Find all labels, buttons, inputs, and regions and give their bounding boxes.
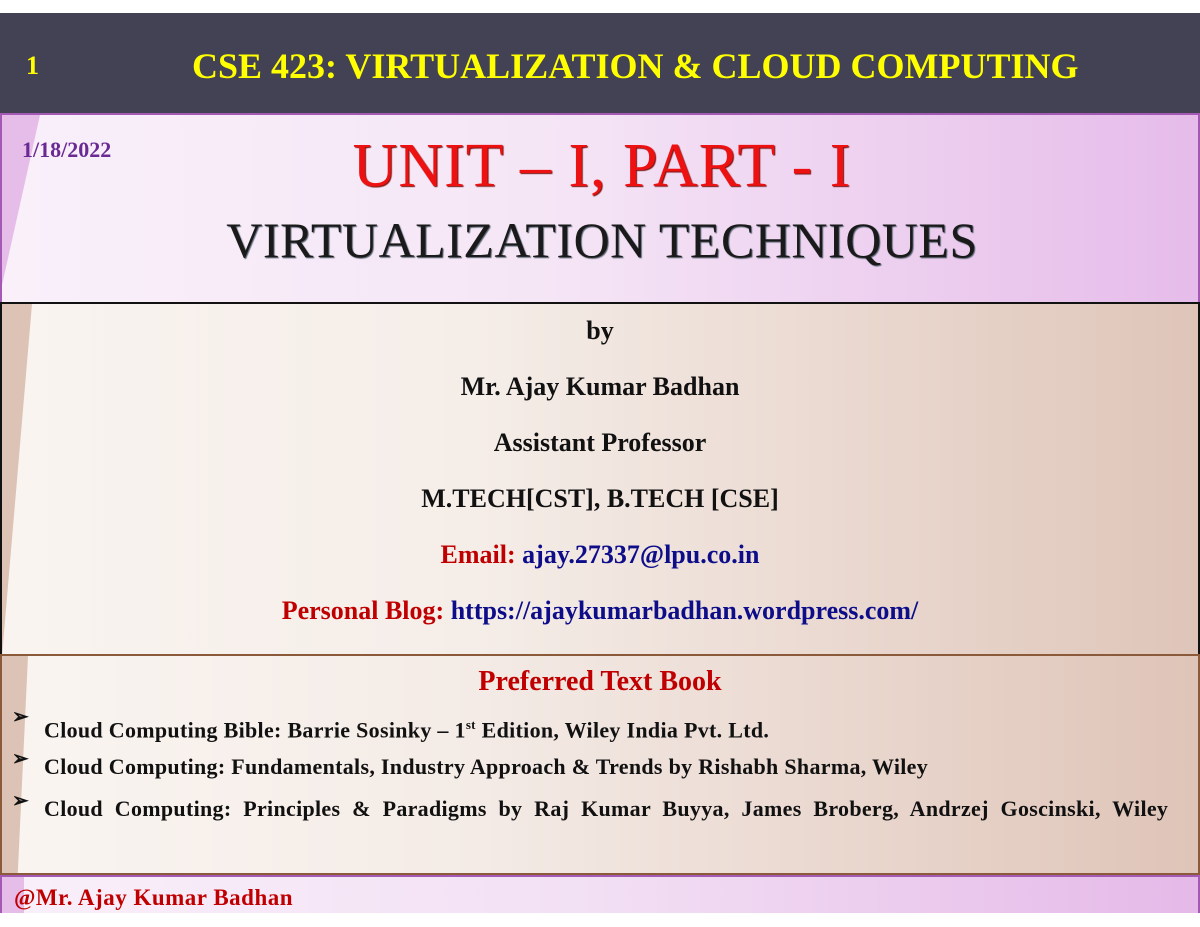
slide: 1 CSE 423: VIRTUALIZATION & CLOUD COMPUT… bbox=[0, 13, 1200, 913]
textbook-panel: Preferred Text Book ➢ Cloud Computing Bi… bbox=[0, 654, 1200, 875]
blog-link[interactable]: https://ajaykumarbadhan.wordpress.com/ bbox=[451, 596, 919, 625]
author-designation: Assistant Professor bbox=[493, 428, 707, 457]
header-bar: 1 CSE 423: VIRTUALIZATION & CLOUD COMPUT… bbox=[0, 13, 1200, 113]
author-name: Mr. Ajay Kumar Badhan bbox=[460, 372, 740, 401]
unit-title-text: UNIT – I, PART - I bbox=[352, 132, 852, 200]
author-email-line: Email: ajay.27337@lpu.co.in bbox=[2, 540, 1198, 570]
course-title: CSE 423: VIRTUALIZATION & CLOUD COMPUTIN… bbox=[192, 46, 1079, 86]
footer: @Mr. Ajay Kumar Badhan bbox=[0, 875, 1200, 913]
superscript: st bbox=[465, 717, 476, 732]
author-blog-line: Personal Blog: https://ajaykumarbadhan.w… bbox=[2, 596, 1198, 626]
arrow-bullet-icon: ➢ bbox=[12, 706, 30, 728]
textbook-item: ➢ Cloud Computing: Fundamentals, Industr… bbox=[12, 746, 1192, 788]
topic-title: VIRTUALIZATION TECHNIQUES bbox=[226, 212, 978, 268]
textbook-item-text: Cloud Computing: Fundamentals, Industry … bbox=[44, 754, 929, 779]
textbook-item: ➢ Cloud Computing Bible: Barrie Sosinky … bbox=[12, 704, 1192, 751]
unit-title: UNIT – I, PART - I bbox=[2, 131, 1198, 202]
email-link[interactable]: ajay.27337@lpu.co.in bbox=[522, 540, 759, 569]
email-label: Email: bbox=[440, 540, 516, 569]
title-panel: 1/18/2022 UNIT – I, PART - I VIRTUALIZAT… bbox=[0, 113, 1200, 302]
author-by: by bbox=[586, 316, 614, 345]
slide-number: 1 bbox=[26, 51, 39, 80]
author-qualifications: M.TECH[CST], B.TECH [CSE] bbox=[421, 484, 779, 513]
textbook-item-text: Cloud Computing: Principles & Paradigms … bbox=[44, 796, 1169, 821]
author-panel: by Mr. Ajay Kumar Badhan Assistant Profe… bbox=[0, 302, 1200, 654]
textbook-heading: Preferred Text Book bbox=[478, 666, 722, 697]
textbook-text-part: Cloud Computing Bible: Barrie Sosinky – … bbox=[44, 717, 466, 743]
footer-credit: @Mr. Ajay Kumar Badhan bbox=[14, 885, 294, 910]
textbook-text-part: Edition, Wiley India Pvt. Ltd. bbox=[475, 717, 770, 743]
textbook-item-text: Cloud Computing Bible: Barrie Sosinky – … bbox=[44, 704, 1192, 751]
textbook-item: ➢ Cloud Computing: Principles & Paradigm… bbox=[12, 788, 1192, 830]
arrow-bullet-icon: ➢ bbox=[12, 748, 30, 770]
arrow-bullet-icon: ➢ bbox=[12, 790, 30, 812]
blog-label: Personal Blog: bbox=[281, 596, 445, 625]
